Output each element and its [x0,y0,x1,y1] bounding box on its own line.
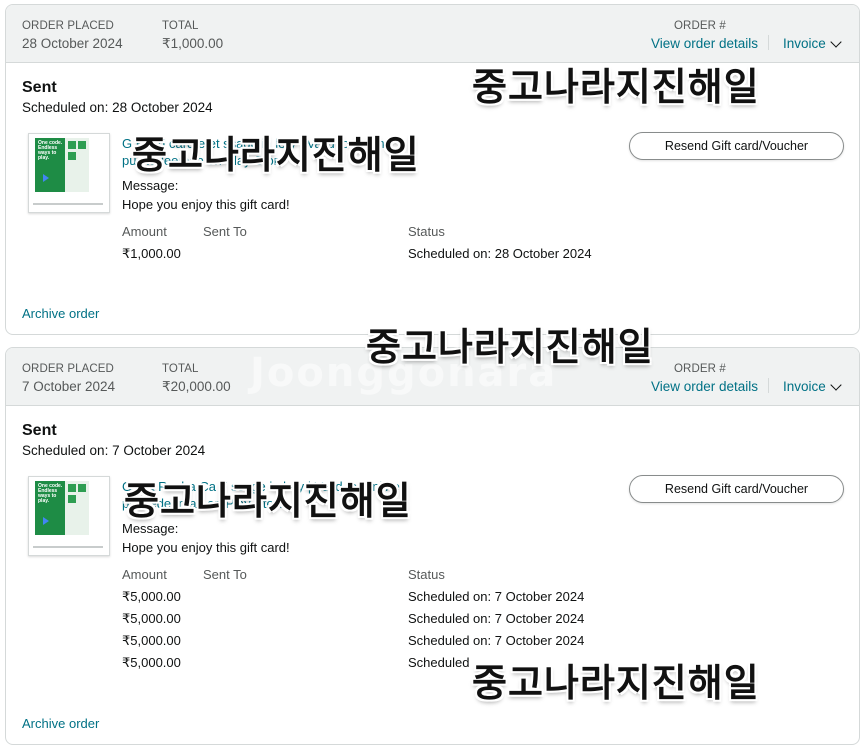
recipient-amount: ₹5,000.00 [122,633,181,648]
art-tile [68,141,76,149]
order-number-label: ORDER # [674,363,726,375]
recipient-amount: ₹1,000.00 [122,246,181,261]
order-placed-date: 28 October 2024 [22,36,123,51]
thumb-caption-line [33,546,103,548]
scheduled-date: Scheduled on: 28 October 2024 [22,100,213,115]
total-label: TOTAL [162,20,199,32]
invoice-dropdown[interactable]: Invoice [783,378,842,394]
order-placed-label: ORDER PLACED [22,363,114,375]
gift-card-art-panel [65,138,89,192]
invoice-dropdown[interactable]: Invoice [783,35,842,51]
recipient-status: Scheduled on: 7 October 2024 [408,589,585,604]
shipment-status-title: Sent [22,422,57,439]
invoice-label: Invoice [783,379,826,394]
product-title-link-line2[interactable]: pu Redeemab on Play Store [122,495,285,512]
art-tile [78,484,86,492]
chevron-down-icon [830,35,842,48]
message-label: Message: [122,178,179,193]
order-card: ORDER PLACED 7 October 2024 TOTAL ₹20,00… [5,347,860,745]
play-store-icon [43,174,49,182]
order-body: Sent Scheduled on: 7 October 2024 One co… [6,406,859,744]
order-body: Sent Scheduled on: 28 October 2024 One c… [6,63,859,334]
invoice-label: Invoice [783,36,826,51]
resend-gift-card-button[interactable]: Resend Gift card/Voucher [629,132,844,160]
recipient-status: Scheduled on: 7 October 2024 [408,611,585,626]
play-store-icon [43,517,49,525]
total-label: TOTAL [162,363,199,375]
total-value: ₹1,000.00 [162,36,224,51]
message-text: Hope you enjoy this gift card! [122,197,290,212]
recipient-status: Scheduled on: 7 October 2024 [408,633,585,648]
order-card: ORDER PLACED 28 October 2024 TOTAL ₹1,00… [5,4,860,335]
gift-card-art-text: One code. Endless ways to play. [38,140,63,161]
art-tile [68,495,76,503]
gift-card-art: One code. Endless ways to play. [35,138,65,192]
gift-card-art-text: One code. Endless ways to play. [38,483,63,504]
gift-card-thumbnail[interactable]: One code. Endless ways to play. [28,476,110,556]
recipient-amount: ₹5,000.00 [122,655,181,670]
message-label: Message: [122,521,179,536]
recipient-status: Scheduled [408,655,470,670]
amount-column-header: Amount [122,567,167,582]
art-tile [78,141,86,149]
archive-order-link[interactable]: Archive order [22,716,99,731]
art-tile [68,152,76,160]
shipment-status-title: Sent [22,79,57,96]
recipient-amount: ₹5,000.00 [122,611,181,626]
chevron-down-icon [830,378,842,391]
amount-column-header: Amount [122,224,167,239]
product-title-link-line2[interactable]: pu Redeemab on Play Store [122,152,285,169]
order-placed-label: ORDER PLACED [22,20,114,32]
link-divider [768,378,769,393]
view-order-details-link[interactable]: View order details [651,36,758,51]
recipient-amount: ₹5,000.00 [122,589,181,604]
thumb-caption-line [33,203,103,205]
total-value: ₹20,000.00 [162,379,231,394]
message-text: Hope you enjoy this gift card! [122,540,290,555]
link-divider [768,35,769,50]
gift-card-art-panel [65,481,89,535]
sent-to-column-header: Sent To [203,567,247,582]
order-header: ORDER PLACED 7 October 2024 TOTAL ₹20,00… [6,348,859,406]
art-tile [68,484,76,492]
recipient-status: Scheduled on: 28 October 2024 [408,246,592,261]
archive-order-link[interactable]: Archive order [22,306,99,321]
order-number-label: ORDER # [674,20,726,32]
order-placed-date: 7 October 2024 [22,379,116,394]
status-column-header: Status [408,224,445,239]
status-column-header: Status [408,567,445,582]
gift-card-art: One code. Endless ways to play. [35,481,65,535]
scheduled-date: Scheduled on: 7 October 2024 [22,443,206,458]
product-title-link[interactable]: G Pla Recha Ca F ssage in lery | Valid f… [122,478,400,495]
product-title-link[interactable]: G Pla d card e et ssage in lery | Valid … [122,135,392,152]
view-order-details-link[interactable]: View order details [651,379,758,394]
resend-gift-card-button[interactable]: Resend Gift card/Voucher [629,475,844,503]
sent-to-column-header: Sent To [203,224,247,239]
order-header: ORDER PLACED 28 October 2024 TOTAL ₹1,00… [6,5,859,63]
gift-card-thumbnail[interactable]: One code. Endless ways to play. [28,133,110,213]
